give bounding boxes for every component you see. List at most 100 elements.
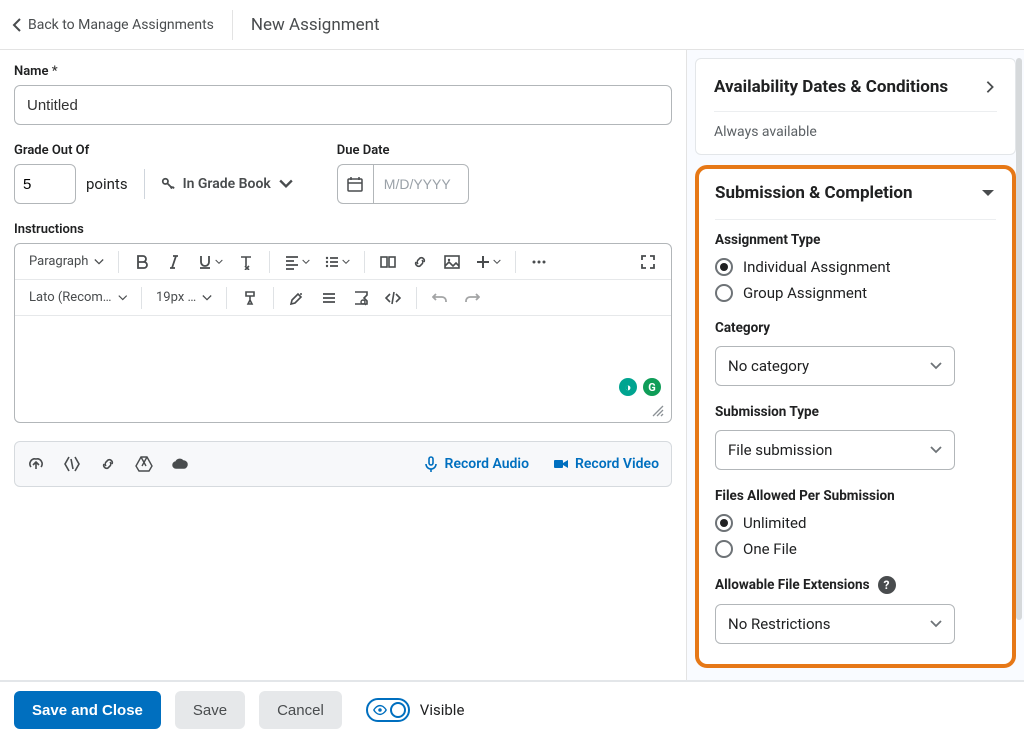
- assistant-badge-icon[interactable]: ◑: [619, 378, 637, 396]
- top-bar: Back to Manage Assignments New Assignmen…: [0, 0, 1024, 50]
- chevron-down-icon: [980, 186, 996, 200]
- font-family-dropdown[interactable]: Lato (Recom…: [23, 290, 133, 305]
- radio-icon: [715, 284, 733, 302]
- video-camera-icon: [553, 456, 569, 472]
- underline-button[interactable]: [191, 248, 229, 276]
- chevron-down-icon: [493, 258, 501, 266]
- chevron-down-icon: [930, 618, 942, 630]
- file-extensions-select[interactable]: No Restrictions: [715, 604, 955, 644]
- back-label: Back to Manage Assignments: [28, 17, 214, 33]
- availability-status: Always available: [714, 111, 997, 140]
- save-and-close-button[interactable]: Save and Close: [14, 691, 161, 729]
- chevron-left-icon: [12, 18, 22, 32]
- assignment-type-label: Assignment Type: [715, 219, 996, 248]
- availability-panel: Availability Dates & Conditions Always a…: [695, 58, 1016, 155]
- radio-one-file[interactable]: One File: [715, 540, 996, 558]
- format-painter-button[interactable]: [235, 284, 265, 312]
- paragraph-style-dropdown[interactable]: Paragraph: [23, 254, 110, 269]
- editor-content-area[interactable]: ◑ G: [15, 316, 671, 402]
- page-title: New Assignment: [251, 15, 380, 35]
- radio-unlimited-files[interactable]: Unlimited: [715, 514, 996, 532]
- upload-icon[interactable]: [27, 455, 45, 473]
- highlight-button[interactable]: [282, 284, 312, 312]
- radio-individual-assignment[interactable]: Individual Assignment: [715, 258, 996, 276]
- plus-button[interactable]: [469, 248, 507, 276]
- link-attach-icon[interactable]: [99, 455, 117, 473]
- chevron-down-icon: [279, 177, 293, 191]
- chevron-down-icon: [215, 258, 223, 266]
- image-button[interactable]: [437, 248, 467, 276]
- attachments-panel: Record Audio Record Video: [14, 441, 672, 487]
- help-icon[interactable]: ?: [878, 576, 896, 594]
- italic-button[interactable]: [159, 248, 189, 276]
- radio-icon: [715, 540, 733, 558]
- submission-panel: Submission & Completion Assignment Type …: [695, 165, 1016, 668]
- radio-icon: [715, 514, 733, 532]
- clear-format-button[interactable]: [231, 248, 261, 276]
- undo-button[interactable]: [425, 284, 455, 312]
- bold-button[interactable]: [127, 248, 157, 276]
- calendar-icon-button[interactable]: [337, 164, 373, 204]
- save-button[interactable]: Save: [175, 691, 245, 729]
- chevron-down-icon: [930, 444, 942, 456]
- divider: [144, 169, 145, 199]
- submission-panel-toggle[interactable]: Submission & Completion: [715, 183, 996, 203]
- submission-type-label: Submission Type: [715, 404, 996, 420]
- files-allowed-label: Files Allowed Per Submission: [715, 488, 996, 504]
- grade-points-input[interactable]: [14, 164, 76, 204]
- source-code-button[interactable]: [378, 284, 408, 312]
- chevron-down-icon: [94, 257, 104, 267]
- chevron-right-icon: [983, 80, 997, 94]
- radio-group-assignment[interactable]: Group Assignment: [715, 284, 996, 302]
- back-link[interactable]: Back to Manage Assignments: [12, 10, 233, 40]
- due-date-input[interactable]: [373, 164, 469, 204]
- in-gradebook-dropdown[interactable]: In Grade Book: [161, 176, 293, 192]
- equation-button[interactable]: [314, 284, 344, 312]
- quicklink-icon[interactable]: [63, 455, 81, 473]
- chevron-down-icon: [118, 293, 127, 303]
- more-button[interactable]: [524, 248, 554, 276]
- chevron-down-icon: [342, 258, 350, 266]
- name-label: Name *: [14, 64, 672, 79]
- bottom-bar: Save and Close Save Cancel Visible: [0, 680, 1024, 738]
- editor-toolbar-row-2: Lato (Recom… 19px …: [15, 280, 671, 316]
- chevron-down-icon: [930, 360, 942, 372]
- points-text: points: [86, 175, 128, 193]
- onedrive-icon[interactable]: [171, 455, 189, 473]
- list-button[interactable]: [318, 248, 356, 276]
- key-icon: [161, 177, 175, 191]
- visibility-label: Visible: [420, 701, 465, 719]
- record-audio-button[interactable]: Record Audio: [423, 456, 529, 472]
- chevron-down-icon: [302, 258, 310, 266]
- redo-button[interactable]: [457, 284, 487, 312]
- chevron-down-icon: [202, 293, 212, 303]
- visibility-toggle[interactable]: [366, 698, 410, 722]
- due-date-label: Due Date: [337, 143, 469, 158]
- name-input[interactable]: [14, 85, 672, 125]
- instructions-label: Instructions: [14, 222, 672, 237]
- cancel-button[interactable]: Cancel: [259, 691, 342, 729]
- grade-label: Grade Out Of: [14, 143, 293, 158]
- align-button[interactable]: [278, 248, 316, 276]
- category-label: Category: [715, 320, 996, 336]
- record-video-button[interactable]: Record Video: [553, 456, 659, 472]
- microphone-icon: [423, 456, 439, 472]
- font-size-dropdown[interactable]: 19px …: [150, 290, 218, 305]
- calendar-icon: [347, 176, 363, 192]
- editor-toolbar-row-1: Paragraph: [15, 244, 671, 280]
- eye-icon: [373, 703, 387, 717]
- file-extensions-label: Allowable File Extensions ?: [715, 576, 996, 594]
- accessibility-check-button[interactable]: [346, 284, 376, 312]
- google-drive-icon[interactable]: [135, 455, 153, 473]
- resize-handle-icon[interactable]: [651, 404, 665, 418]
- insert-stuff-button[interactable]: [373, 248, 403, 276]
- grammarly-badge-icon[interactable]: G: [643, 378, 661, 396]
- rich-text-editor: Paragraph: [14, 243, 672, 423]
- submission-type-select[interactable]: File submission: [715, 430, 955, 470]
- availability-panel-toggle[interactable]: Availability Dates & Conditions: [714, 77, 997, 97]
- main-column: Name * Grade Out Of points In Grade Book: [0, 50, 686, 680]
- link-button[interactable]: [405, 248, 435, 276]
- category-select[interactable]: No category: [715, 346, 955, 386]
- fullscreen-button[interactable]: [633, 248, 663, 276]
- side-column: Availability Dates & Conditions Always a…: [686, 50, 1024, 680]
